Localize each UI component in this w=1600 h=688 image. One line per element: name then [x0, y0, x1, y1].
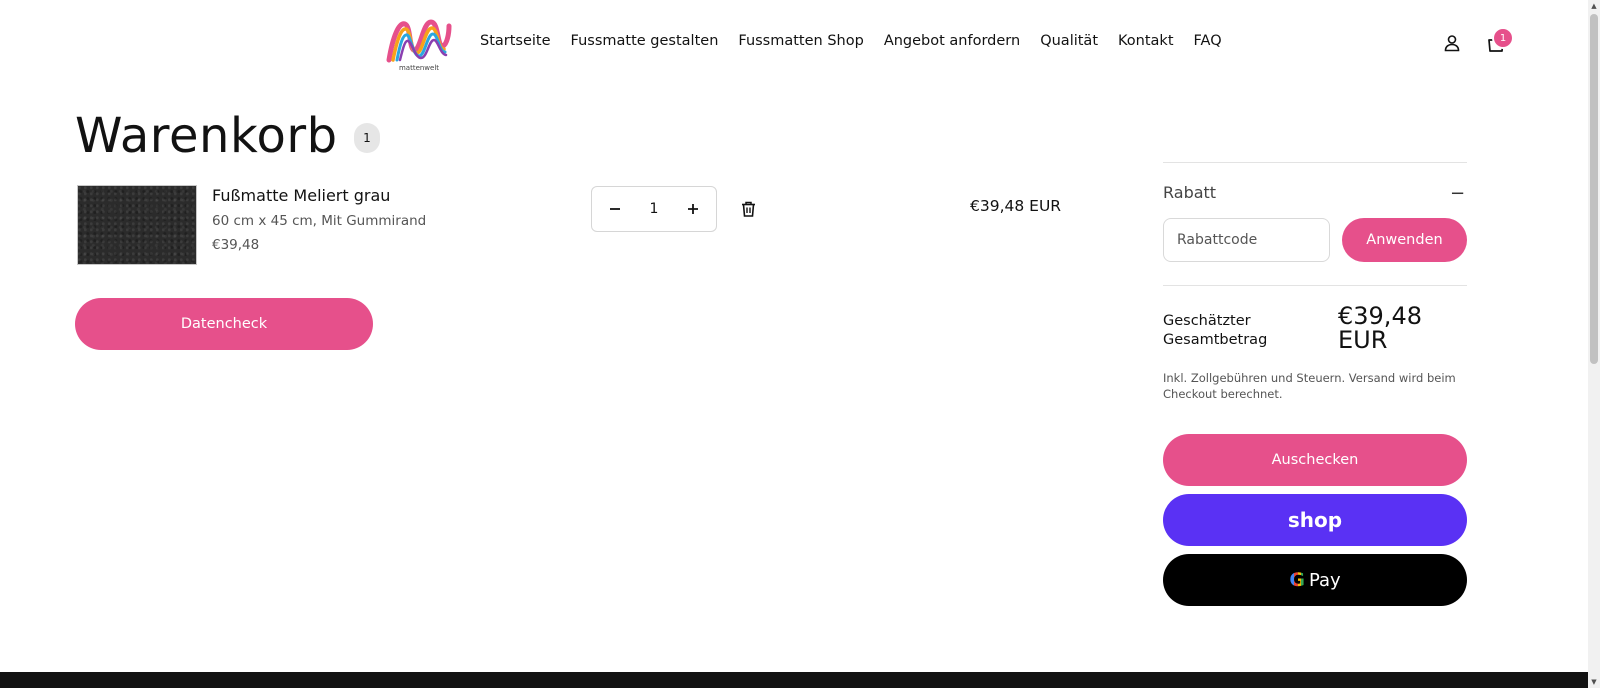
summary-divider-bottom: [1163, 285, 1467, 286]
shop-pay-button[interactable]: shop: [1163, 494, 1467, 546]
shop-pay-label: shop: [1287, 508, 1343, 532]
summary-divider-top: [1163, 162, 1467, 163]
google-pay-button[interactable]: G Pay: [1163, 554, 1467, 606]
page-title: Warenkorb: [75, 108, 338, 164]
page-scrollbar[interactable]: ▲ ▼: [1588, 0, 1600, 688]
scroll-up-arrow-icon[interactable]: ▲: [1588, 0, 1600, 12]
tax-shipping-note: Inkl. Zollgebühren und Steuern. Versand …: [1163, 371, 1456, 401]
gpay-label: Pay: [1308, 569, 1341, 591]
site-header: mattenwelt Startseite Fussmatte gestalte…: [0, 0, 1588, 86]
datencheck-button[interactable]: Datencheck: [75, 298, 373, 350]
account-button[interactable]: [1440, 31, 1464, 55]
google-g-icon: G: [1289, 569, 1305, 591]
quantity-input[interactable]: [634, 201, 674, 217]
estimated-total-label: Geschätzter Gesamtbetrag: [1163, 313, 1268, 348]
nav-startseite[interactable]: Startseite: [480, 33, 551, 49]
footer-strip: [0, 672, 1588, 688]
main-nav: Startseite Fussmatte gestalten Fussmatte…: [480, 33, 1242, 49]
scrollbar-thumb[interactable]: [1590, 14, 1598, 364]
nav-faq[interactable]: FAQ: [1194, 33, 1222, 49]
cart-count-pill: 1: [354, 123, 380, 153]
remove-item-button[interactable]: [736, 197, 760, 221]
discount-label[interactable]: Rabatt: [1163, 183, 1216, 202]
apply-discount-button[interactable]: Anwenden: [1342, 218, 1467, 262]
nav-fussmatte-gestalten[interactable]: Fussmatte gestalten: [571, 33, 719, 49]
nav-kontakt[interactable]: Kontakt: [1118, 33, 1174, 49]
product-variant: 60 cm x 45 cm, Mit Gummirand: [212, 213, 427, 229]
scroll-down-arrow-icon[interactable]: ▼: [1588, 676, 1600, 688]
discount-code-input[interactable]: [1163, 218, 1330, 262]
user-icon: [1444, 35, 1460, 52]
logo-text: mattenwelt: [398, 64, 440, 72]
cart-count-badge: 1: [1492, 27, 1514, 49]
minus-icon: [610, 208, 620, 210]
nav-fussmatten-shop[interactable]: Fussmatten Shop: [738, 33, 863, 49]
logo-mark-icon: [386, 19, 452, 63]
increase-quantity-button[interactable]: [678, 194, 708, 224]
mattenwelt-logo[interactable]: mattenwelt: [385, 16, 453, 74]
product-image[interactable]: [77, 185, 197, 265]
quantity-stepper: [591, 186, 717, 232]
plus-icon: [688, 204, 698, 214]
nav-qualitaet[interactable]: Qualität: [1040, 33, 1098, 49]
product-unit-price: €39,48: [212, 237, 260, 253]
product-name[interactable]: Fußmatte Meliert grau: [212, 186, 390, 205]
estimated-total-value: €39,48 EUR: [1338, 302, 1422, 354]
line-item-total: €39,48 EUR: [970, 197, 1062, 215]
trash-icon: [741, 201, 755, 217]
discount-collapse-toggle[interactable]: −: [1450, 183, 1465, 204]
nav-angebot-anfordern[interactable]: Angebot anfordern: [884, 33, 1020, 49]
decrease-quantity-button[interactable]: [600, 194, 630, 224]
checkout-button[interactable]: Auschecken: [1163, 434, 1467, 486]
